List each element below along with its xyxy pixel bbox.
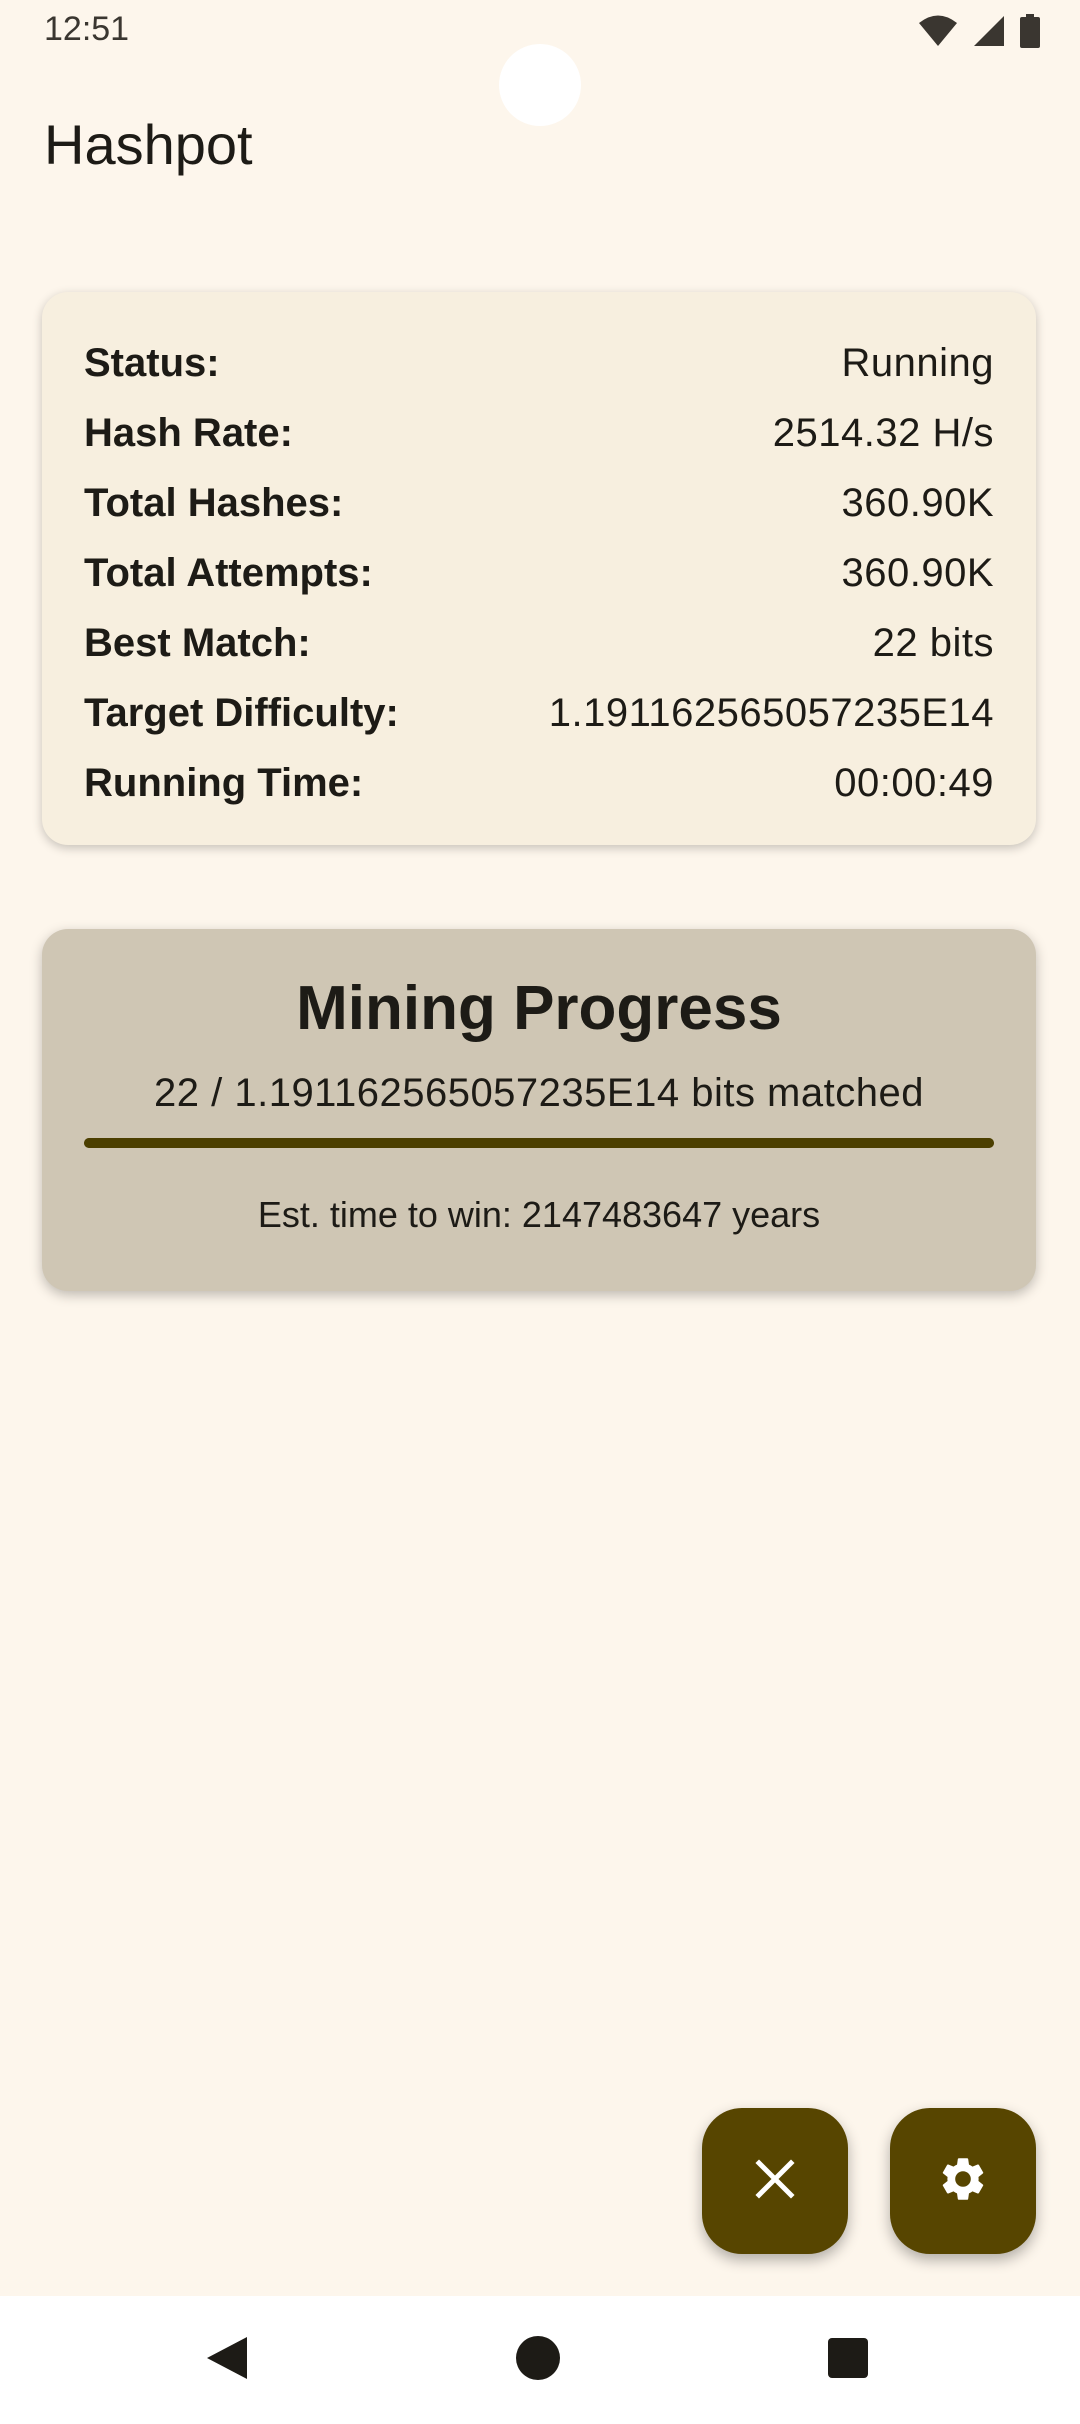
stat-value: 1.191162565057235E14: [548, 690, 994, 735]
stat-label: Status:: [84, 340, 220, 385]
stat-label: Total Hashes:: [84, 480, 344, 525]
estimated-time: Est. time to win: 2147483647 years: [257, 1194, 821, 1236]
stat-row-total-attempts: Total Attempts: 360.90K: [84, 538, 994, 608]
stat-label: Hash Rate:: [84, 410, 293, 455]
stat-value: 360.90K: [841, 480, 994, 525]
stat-value: 2514.32 H/s: [772, 410, 994, 455]
battery-icon: [1020, 14, 1040, 53]
status-time: 12:51: [44, 10, 130, 48]
home-icon: [515, 2335, 561, 2386]
home-button[interactable]: [498, 2320, 578, 2400]
stat-row-target-difficulty: Target Difficulty: 1.191162565057235E14: [84, 678, 994, 748]
back-icon: [205, 2335, 251, 2386]
stat-label: Best Match:: [84, 620, 311, 665]
close-icon: [755, 2158, 795, 2204]
stop-mining-button[interactable]: [702, 2108, 848, 2254]
stat-row-hash-rate: Hash Rate: 2514.32 H/s: [84, 398, 994, 468]
wifi-icon: [918, 14, 958, 53]
progress-bar-fill: [84, 1138, 994, 1149]
recents-button[interactable]: [808, 2320, 888, 2400]
progress-subtitle: 22 / 1.191162565057235E14 bits matched: [154, 1071, 924, 1116]
stat-value: 00:00:49: [834, 760, 994, 805]
status-icons: [918, 14, 1040, 53]
stat-row-running-time: Running Time: 00:00:49: [84, 748, 994, 818]
gear-icon: [937, 2153, 989, 2210]
camera-cutout: [499, 44, 581, 126]
recents-icon: [827, 2337, 869, 2384]
signal-icon: [972, 14, 1006, 53]
app-title: Hashpot: [44, 113, 253, 176]
stat-label: Target Difficulty:: [84, 690, 399, 735]
system-nav-bar: [0, 2296, 1080, 2424]
progress-bar: [84, 1138, 994, 1149]
stat-row-best-match: Best Match: 22 bits: [84, 608, 994, 678]
stat-value: Running: [841, 340, 994, 385]
stat-value: 22 bits: [872, 620, 994, 665]
mining-progress-card: Mining Progress 22 / 1.191162565057235E1…: [42, 929, 1036, 1291]
stat-row-total-hashes: Total Hashes: 360.90K: [84, 468, 994, 538]
stat-label: Total Attempts:: [84, 550, 373, 595]
back-button[interactable]: [188, 2320, 268, 2400]
stat-value: 360.90K: [841, 550, 994, 595]
settings-button[interactable]: [890, 2108, 1036, 2254]
stats-card: Status: Running Hash Rate: 2514.32 H/s T…: [42, 292, 1036, 845]
stat-row-status: Status: Running: [84, 328, 994, 398]
progress-title: Mining Progress: [296, 974, 782, 1043]
stat-label: Running Time:: [84, 760, 364, 805]
